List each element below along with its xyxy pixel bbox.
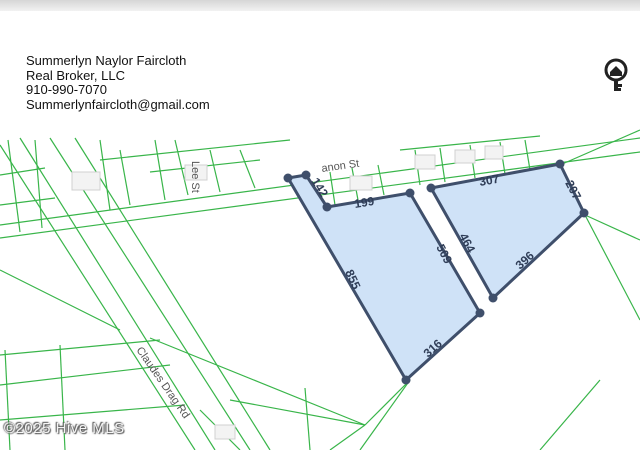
- street-label-lee: Lee St: [189, 161, 201, 193]
- agent-info: Summerlyn Naylor Faircloth Real Broker, …: [26, 53, 210, 112]
- mls-watermark: ©2025 Hive MLS: [4, 420, 125, 437]
- agent-brokerage: Real Broker, LLC: [26, 67, 125, 83]
- agent-name: Summerlyn Naylor Faircloth: [26, 53, 187, 68]
- agent-email: Summerlynfaircloth@gmail.com: [26, 96, 210, 112]
- agent-phone: 910-990-7070: [26, 82, 107, 97]
- parcel-map: Lee St anon St Claudes Drag Rd 142 199 5…: [0, 128, 640, 450]
- top-bar: [0, 0, 640, 11]
- key-house-icon: [604, 58, 628, 91]
